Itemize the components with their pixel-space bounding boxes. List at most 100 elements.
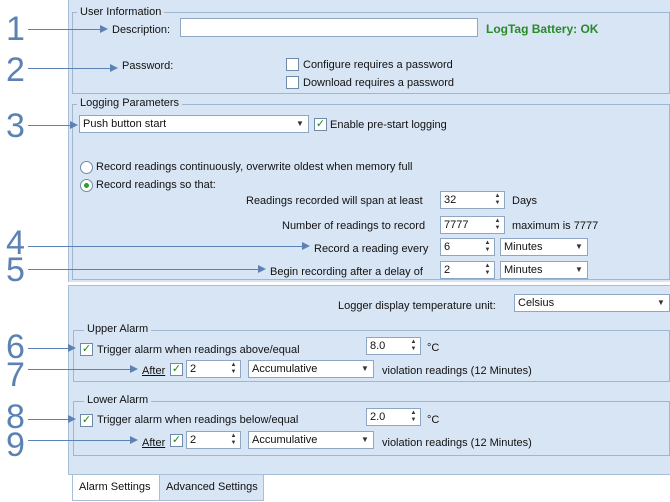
- enable-prestart-checkbox[interactable]: ✓: [314, 118, 327, 131]
- display-unit-label: Logger display temperature unit:: [338, 300, 496, 312]
- lower-after-label: After: [142, 437, 166, 449]
- callout-arrowhead-4: [302, 242, 310, 250]
- upper-alarm-unit: °C: [427, 342, 440, 354]
- callout-arrowhead-6: [68, 344, 76, 352]
- up-down-arrows-icon[interactable]: ▲ ▼: [492, 218, 503, 232]
- callout-arrow-8: [28, 419, 70, 420]
- lower-after-spinner[interactable]: 2 ▲ ▼: [186, 431, 241, 449]
- record-every-spinner[interactable]: 6 ▲ ▼: [440, 238, 495, 256]
- lower-mode-value: Accumulative: [252, 434, 318, 446]
- delay-unit-select[interactable]: Minutes ▼: [500, 261, 588, 279]
- display-unit-value: Celsius: [518, 297, 555, 309]
- callout-1: 1: [6, 10, 25, 48]
- lower-alarm-trigger-label: Trigger alarm when readings below/equal: [97, 414, 299, 426]
- num-readings-max: maximum is 7777: [512, 220, 599, 232]
- chevron-down-icon: ▼: [361, 435, 369, 444]
- span-label: Readings recorded will span at least: [246, 195, 423, 207]
- callout-arrowhead-9: [130, 436, 138, 444]
- num-readings-spinner[interactable]: 7777 ▲ ▼: [440, 216, 505, 234]
- upper-alarm-value: 8.0: [370, 340, 386, 352]
- lower-after-count: 2: [190, 434, 197, 446]
- upper-alarm-value-spinner[interactable]: 8.0 ▲ ▼: [366, 337, 421, 355]
- upper-mode-value: Accumulative: [252, 363, 318, 375]
- configure-password-label: Configure requires a password: [303, 59, 453, 71]
- password-label: Password:: [122, 60, 174, 72]
- lower-alarm-title: Lower Alarm: [84, 394, 152, 406]
- record-continuous-radio[interactable]: [80, 161, 93, 174]
- span-value: 32: [444, 194, 457, 206]
- description-input[interactable]: [180, 18, 478, 37]
- callout-arrowhead-8: [68, 415, 76, 423]
- delay-spinner[interactable]: 2 ▲ ▼: [440, 261, 495, 279]
- chevron-down-icon: ▼: [657, 298, 665, 307]
- num-readings-label: Number of readings to record: [282, 220, 426, 232]
- user-info-title: User Information: [77, 6, 165, 18]
- callout-arrowhead-3: [70, 121, 78, 129]
- logging-title: Logging Parameters: [77, 97, 183, 109]
- tab-advanced-settings[interactable]: Advanced Settings: [160, 475, 264, 501]
- start-mode-value: Push button start: [83, 118, 167, 130]
- record-every-label: Record a reading every: [314, 243, 429, 255]
- upper-after-count: 2: [190, 363, 197, 375]
- callout-arrow-4: [28, 246, 304, 247]
- record-continuous-label: Record readings continuously, overwrite …: [96, 161, 413, 173]
- lower-alarm-value-spinner[interactable]: 2.0 ▲ ▼: [366, 408, 421, 426]
- callout-7: 7: [6, 356, 25, 394]
- callout-arrow-9: [28, 440, 132, 441]
- callout-arrow-2: [28, 68, 112, 69]
- lower-violation-text: violation readings (12 Minutes): [382, 437, 532, 449]
- callout-arrow-6: [28, 348, 70, 349]
- start-mode-select[interactable]: Push button start ▼: [79, 115, 309, 133]
- callout-arrowhead-2: [110, 64, 118, 72]
- up-down-arrows-icon[interactable]: ▲ ▼: [482, 240, 493, 254]
- up-down-arrows-icon[interactable]: ▲ ▼: [492, 193, 503, 207]
- upper-alarm-checkbox[interactable]: ✓: [80, 343, 93, 356]
- record-so-that-label: Record readings so that:: [96, 179, 216, 191]
- lower-after-checkbox[interactable]: ✓: [170, 434, 183, 447]
- record-so-that-radio[interactable]: [80, 179, 93, 192]
- upper-mode-select[interactable]: Accumulative ▼: [248, 360, 374, 378]
- callout-arrow-5: [28, 269, 260, 270]
- up-down-arrows-icon[interactable]: ▲ ▼: [482, 263, 493, 277]
- description-label: Description:: [112, 24, 171, 36]
- up-down-arrows-icon[interactable]: ▲ ▼: [228, 362, 239, 376]
- chevron-down-icon: ▼: [575, 242, 583, 251]
- callout-arrowhead-1: [100, 25, 108, 33]
- lower-mode-select[interactable]: Accumulative ▼: [248, 431, 374, 449]
- callout-2: 2: [6, 51, 25, 89]
- record-every-value: 6: [444, 241, 451, 253]
- chevron-down-icon: ▼: [575, 265, 583, 274]
- callout-3: 3: [6, 107, 25, 145]
- battery-status: LogTag Battery: OK: [486, 22, 599, 36]
- delay-unit: Minutes: [504, 264, 543, 276]
- upper-alarm-trigger-label: Trigger alarm when readings above/equal: [97, 344, 300, 356]
- span-spinner[interactable]: 32 ▲ ▼: [440, 191, 505, 209]
- delay-label: Begin recording after a delay of: [270, 266, 423, 278]
- upper-after-label: After: [142, 365, 166, 377]
- display-unit-select[interactable]: Celsius ▼: [514, 294, 670, 312]
- lower-alarm-unit: °C: [427, 414, 440, 426]
- callout-arrow-7: [28, 369, 132, 370]
- upper-after-spinner[interactable]: 2 ▲ ▼: [186, 360, 241, 378]
- upper-after-checkbox[interactable]: ✓: [170, 363, 183, 376]
- record-every-unit: Minutes: [504, 241, 543, 253]
- callout-arrowhead-5: [258, 265, 266, 273]
- up-down-arrows-icon[interactable]: ▲ ▼: [408, 339, 419, 353]
- upper-violation-text: violation readings (12 Minutes): [382, 365, 532, 377]
- callout-5: 5: [6, 251, 25, 289]
- callout-arrow-3: [28, 125, 72, 126]
- up-down-arrows-icon[interactable]: ▲ ▼: [408, 410, 419, 424]
- download-password-checkbox[interactable]: [286, 76, 299, 89]
- span-unit: Days: [512, 195, 538, 207]
- download-password-label: Download requires a password: [303, 77, 455, 89]
- callout-arrow-1: [28, 29, 102, 30]
- tab-alarm-settings[interactable]: Alarm Settings: [72, 475, 160, 501]
- upper-alarm-title: Upper Alarm: [84, 323, 152, 335]
- configure-password-checkbox[interactable]: [286, 58, 299, 71]
- enable-prestart-label: Enable pre-start logging: [330, 119, 447, 131]
- record-every-unit-select[interactable]: Minutes ▼: [500, 238, 588, 256]
- lower-alarm-checkbox[interactable]: ✓: [80, 414, 93, 427]
- up-down-arrows-icon[interactable]: ▲ ▼: [228, 433, 239, 447]
- lower-alarm-value: 2.0: [370, 411, 386, 423]
- callout-arrowhead-7: [130, 365, 138, 373]
